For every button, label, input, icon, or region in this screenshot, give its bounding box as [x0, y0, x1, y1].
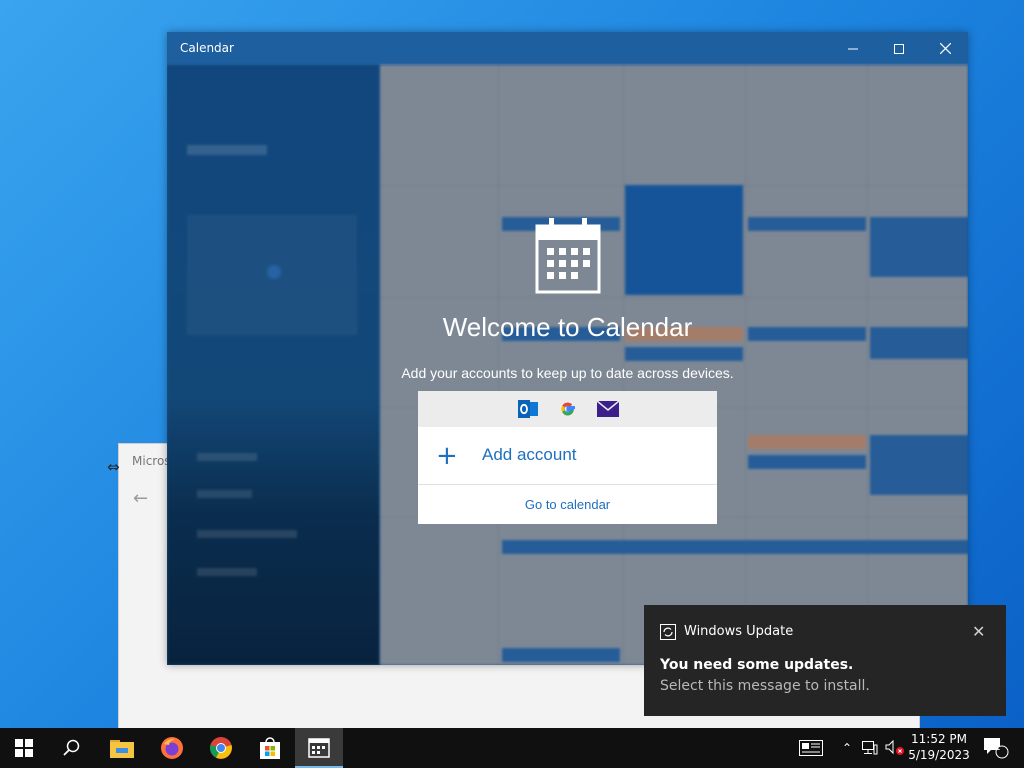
calendar-titlebar[interactable]: Calendar	[167, 32, 968, 65]
account-panel: + Add account Go to calendar	[418, 391, 717, 524]
chrome-button[interactable]	[197, 728, 245, 768]
plus-icon: +	[436, 441, 458, 471]
minimize-icon	[848, 48, 858, 49]
calendar-window[interactable]: Calendar Welcome to Calendar Add your ac…	[167, 32, 968, 665]
volume-button[interactable]	[883, 728, 907, 768]
calendar-icon	[535, 218, 601, 294]
resize-cursor-icon: ⇔	[107, 458, 120, 476]
background-window-title: Micros	[132, 454, 171, 468]
mail-icon	[597, 401, 619, 417]
toast-close-icon[interactable]: ✕	[972, 622, 985, 641]
add-account-button[interactable]: + Add account	[418, 427, 717, 485]
welcome-title: Welcome to Calendar	[442, 312, 693, 342]
store-button[interactable]	[246, 728, 294, 768]
news-widget-button[interactable]	[795, 728, 827, 768]
clock[interactable]: 11:52 PM 5/19/2023	[907, 731, 971, 763]
chevron-up-icon: ⌃	[841, 741, 853, 755]
welcome-subtitle: Add your accounts to keep up to date acr…	[401, 365, 734, 381]
minimize-button[interactable]	[830, 32, 876, 65]
search-button[interactable]	[48, 728, 96, 768]
file-explorer-button[interactable]	[98, 728, 146, 768]
windows-logo-icon	[15, 739, 33, 757]
volume-muted-icon	[885, 740, 904, 755]
action-center-button[interactable]: 1	[978, 728, 1014, 768]
outlook-icon	[518, 400, 538, 418]
store-icon	[260, 737, 280, 759]
windows-update-icon	[660, 624, 676, 640]
toast-app-name: Windows Update	[684, 624, 794, 639]
firefox-button[interactable]	[148, 728, 196, 768]
calendar-icon	[308, 738, 330, 758]
maximize-icon	[894, 43, 904, 54]
news-icon	[799, 740, 823, 756]
update-notification[interactable]: Windows Update ✕ You need some updates. …	[644, 605, 1006, 716]
start-button[interactable]	[0, 728, 48, 768]
show-hidden-icons-button[interactable]: ⌃	[837, 728, 857, 768]
window-title: Calendar	[180, 41, 234, 55]
taskbar: ⌃ 11:52 PM 5/19/2023 1	[0, 728, 1024, 768]
go-to-calendar-link[interactable]: Go to calendar	[418, 485, 717, 524]
toast-heading: You need some updates.	[660, 657, 854, 673]
notification-count: 1	[995, 743, 1001, 753]
search-icon	[63, 739, 80, 756]
folder-icon	[110, 740, 134, 758]
network-icon	[862, 741, 878, 755]
toast-body: Select this message to install.	[660, 678, 870, 694]
google-icon	[561, 402, 575, 416]
provider-bar	[418, 391, 717, 427]
back-arrow-icon[interactable]: ←	[133, 488, 148, 509]
network-button[interactable]	[859, 728, 881, 768]
close-button[interactable]	[922, 32, 968, 65]
close-icon	[939, 43, 951, 54]
add-account-label: Add account	[482, 445, 577, 464]
firefox-icon	[161, 737, 183, 759]
clock-time: 11:52 PM	[911, 732, 967, 746]
chrome-icon	[210, 737, 232, 759]
maximize-button[interactable]	[876, 32, 922, 65]
clock-date: 5/19/2023	[908, 748, 970, 762]
calendar-taskbar-button[interactable]	[295, 728, 343, 768]
